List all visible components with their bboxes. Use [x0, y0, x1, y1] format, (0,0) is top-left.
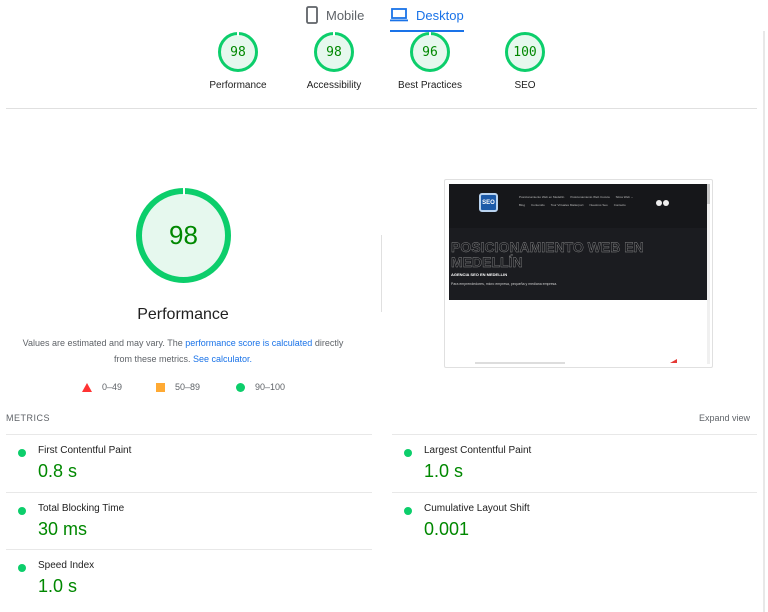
- tab-mobile-label: Mobile: [326, 7, 365, 23]
- vertical-divider: [381, 235, 382, 312]
- gauge-score: 96: [422, 44, 438, 60]
- divider: [392, 434, 757, 435]
- site-tagline: Para emprendedores, micro empresa, peque…: [451, 282, 558, 286]
- metric-value: 0.001: [424, 519, 470, 539]
- metric-speed-index: Speed Index 1.0 s: [6, 551, 366, 607]
- legend-range: 90–100: [255, 382, 286, 392]
- legend-range: 0–49: [102, 382, 123, 392]
- metrics-header: METRICS: [6, 413, 50, 423]
- gauge-ring: 100: [505, 32, 545, 72]
- pass-circle-icon: [18, 564, 26, 572]
- site-footer-mark: [670, 359, 677, 363]
- preview-scrollbar: [707, 184, 710, 364]
- metric-label: Total Blocking Time: [38, 503, 125, 514]
- site-logo: SEO: [479, 193, 498, 212]
- nav-item: Posicionamiento Web Cucuta: [570, 195, 610, 199]
- tab-mobile[interactable]: Mobile: [306, 0, 364, 30]
- gauge-seo[interactable]: 100 SEO: [475, 32, 575, 91]
- gauge-label: Accessibility: [306, 80, 362, 91]
- nav-item: Blog: [519, 203, 526, 207]
- gauge-accessibility[interactable]: 98 Accessibility: [284, 32, 384, 91]
- score-legend: 0–49 50–89 90–100: [0, 382, 366, 396]
- square-icon: [156, 382, 165, 392]
- pass-circle-icon: [404, 507, 412, 515]
- metric-first-contentful-paint: First Contentful Paint 0.8 s: [6, 436, 366, 492]
- nav-item: Tour Virtuales Matterport: [550, 203, 584, 207]
- nav-item: Contenido: [531, 203, 545, 207]
- performance-score: 98: [169, 220, 198, 250]
- metric-value: 1.0 s: [38, 576, 78, 596]
- legend-fail: 0–49: [82, 382, 122, 392]
- pass-circle-icon: [18, 449, 26, 457]
- see-calculator-link[interactable]: See calculator.: [193, 354, 252, 364]
- site-nav: Posicionamiento Web en Medellín Posicion…: [519, 195, 633, 211]
- triangle-icon: [82, 382, 92, 392]
- pass-circle-icon: [18, 507, 26, 515]
- divider: [6, 108, 757, 109]
- pass-circle-icon: [404, 449, 412, 457]
- nav-item: Sitios Web ⌄: [615, 195, 634, 199]
- nav-item: Contacto: [613, 203, 626, 207]
- nav-item: Nuestros Seo: [589, 203, 608, 207]
- gauge-ring: 96: [410, 32, 450, 72]
- circle-icon: [236, 382, 245, 392]
- legend-pass: 90–100: [236, 382, 285, 392]
- gauge-performance[interactable]: 98 Performance: [188, 32, 288, 91]
- divider: [392, 492, 757, 493]
- form-factor-tabs: Mobile Desktop: [0, 0, 768, 32]
- metric-largest-contentful-paint: Largest Contentful Paint 1.0 s: [392, 436, 752, 492]
- tab-desktop[interactable]: Desktop: [390, 0, 464, 32]
- metric-label: Cumulative Layout Shift: [424, 503, 530, 514]
- social-icon: [656, 200, 662, 206]
- metric-value: 0.8 s: [38, 461, 78, 481]
- final-screenshot[interactable]: SEO Posicionamiento Web en Medellín Posi…: [444, 179, 713, 368]
- site-hero-title: POSICIONAMIENTO WEB EN MEDELLÍN: [451, 239, 644, 270]
- divider: [6, 434, 372, 435]
- legend-range: 50–89: [175, 382, 201, 392]
- expand-view-button[interactable]: Expand view: [699, 413, 750, 423]
- performance-gauge: 98: [136, 188, 231, 283]
- phone-icon: [306, 6, 318, 24]
- metric-value: 1.0 s: [424, 461, 464, 481]
- scrollbar-track[interactable]: [763, 31, 765, 612]
- metric-total-blocking-time: Total Blocking Time 30 ms: [6, 494, 366, 550]
- gauge-score: 98: [230, 44, 246, 60]
- metric-cumulative-layout-shift: Cumulative Layout Shift 0.001: [392, 494, 752, 550]
- site-subtitle: AGENCIA SEO EN MEDELLIN: [451, 272, 508, 277]
- gauge-ring: 98: [314, 32, 354, 72]
- gauge-label: Performance: [209, 80, 267, 91]
- social-icons: [656, 200, 669, 206]
- laptop-icon: [390, 8, 408, 22]
- gauge-score: 100: [513, 44, 537, 60]
- site-preview: SEO Posicionamiento Web en Medellín Posi…: [449, 184, 707, 300]
- site-footer-text: [475, 362, 565, 364]
- performance-title: Performance: [137, 306, 229, 323]
- metric-label: First Contentful Paint: [38, 445, 132, 456]
- gauge-label: SEO: [514, 80, 536, 91]
- metric-value: 30 ms: [38, 519, 88, 539]
- gauge-best-practices[interactable]: 96 Best Practices: [380, 32, 480, 91]
- nav-item: Posicionamiento Web en Medellín: [519, 195, 565, 199]
- tab-desktop-label: Desktop: [416, 7, 464, 23]
- performance-score-link[interactable]: performance score is calculated: [185, 338, 312, 348]
- desc-text: Values are estimated and may vary. The: [22, 338, 186, 348]
- social-icon: [663, 200, 669, 206]
- gauge-ring: 98: [218, 32, 258, 72]
- site-header: SEO Posicionamiento Web en Medellín Posi…: [449, 184, 707, 228]
- summary-gauges: 98 Performance 98 Accessibility 96 Best …: [0, 32, 768, 98]
- gauge-score: 98: [326, 44, 342, 60]
- performance-description: Values are estimated and may vary. The p…: [20, 335, 346, 367]
- metric-label: Largest Contentful Paint: [424, 445, 532, 456]
- metric-label: Speed Index: [38, 560, 95, 571]
- gauge-label: Best Practices: [398, 80, 462, 91]
- legend-average: 50–89: [156, 382, 200, 392]
- divider: [6, 492, 372, 493]
